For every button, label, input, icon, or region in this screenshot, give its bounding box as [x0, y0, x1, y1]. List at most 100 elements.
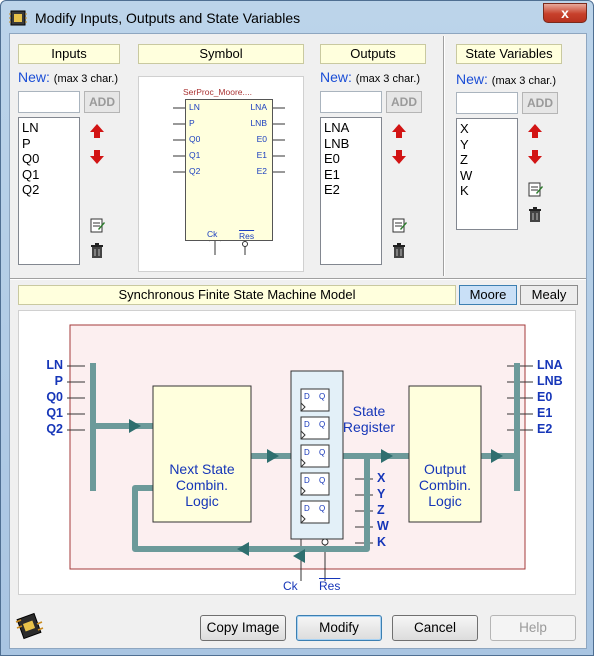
state-register-label: State Register: [342, 403, 396, 435]
help-button[interactable]: Help: [490, 615, 576, 641]
inputs-new-label: New: (max 3 char.): [18, 69, 118, 85]
window-title: Modify Inputs, Outputs and State Variabl…: [35, 10, 301, 26]
state-vars-new-input[interactable]: [456, 92, 518, 114]
list-item[interactable]: W: [460, 168, 514, 184]
diagram-signal-label: Q2: [46, 422, 63, 436]
symbol-pin: E0: [256, 134, 267, 144]
diagram-signal-label: Y: [377, 487, 386, 501]
move-up-icon[interactable]: [526, 122, 544, 140]
symbol-pin: E1: [256, 150, 267, 160]
state-vars-header: State Variables: [456, 44, 562, 64]
horizontal-separator: [10, 278, 586, 280]
list-item[interactable]: X: [460, 121, 514, 137]
state-vars-new-label: New: (max 3 char.): [456, 71, 556, 87]
list-item[interactable]: Y: [460, 137, 514, 153]
flip-flop-d-label: D: [304, 392, 310, 401]
delete-icon[interactable]: [390, 242, 408, 260]
dialog-client-area: Inputs New: (max 3 char.) ADD LN P Q0 Q1 Q2 …: [9, 33, 587, 649]
list-item[interactable]: K: [460, 183, 514, 199]
diagram-signal-label: Z: [377, 503, 385, 517]
model-header: Synchronous Finite State Machine Model: [18, 285, 456, 305]
flip-flop-d-label: D: [304, 476, 310, 485]
list-item[interactable]: LNB: [324, 136, 378, 152]
list-item[interactable]: Z: [460, 152, 514, 168]
fsm-diagram: DQDQDQDQDQ LN P Q0 Q1 Q2 LNA LNB E0 E1 E2 XYZWK …: [18, 310, 576, 595]
vertical-separator: [443, 36, 445, 276]
symbol-pin: Q2: [189, 166, 201, 176]
mealy-toggle[interactable]: Mealy: [520, 285, 578, 305]
fsm-diagram-graphic: D QD QD QD QD Q: [67, 324, 533, 581]
cancel-button[interactable]: Cancel: [392, 615, 478, 641]
move-down-icon[interactable]: [526, 148, 544, 166]
flip-flop-d-label: D: [304, 448, 310, 457]
move-up-icon[interactable]: [88, 122, 106, 140]
title-bar[interactable]: Modify Inputs, Outputs and State Variabl…: [1, 1, 593, 35]
list-item[interactable]: E1: [324, 167, 378, 183]
diagram-signal-label: W: [377, 519, 389, 533]
symbol-clock-pin: Ck: [207, 229, 218, 239]
list-item[interactable]: LNA: [324, 120, 378, 136]
output-logic-label: Output Combin. Logic: [418, 461, 472, 509]
outputs-add-button[interactable]: ADD: [386, 91, 422, 113]
flip-flop-q-label: Q: [319, 504, 325, 513]
diagram-signal-label: E0: [537, 390, 553, 404]
rename-icon[interactable]: [526, 180, 544, 198]
rename-icon[interactable]: [88, 216, 106, 234]
flip-flop-d-label: D: [304, 504, 310, 513]
list-item[interactable]: P: [22, 136, 76, 152]
dialog-window: Modify Inputs, Outputs and State Variabl…: [0, 0, 594, 656]
flip-flop-q-label: Q: [319, 448, 325, 457]
diagram-signal-label: Q0: [46, 390, 63, 404]
modify-button[interactable]: Modify: [296, 615, 382, 641]
copy-image-button[interactable]: Copy Image: [200, 615, 286, 641]
diagram-reset-label: Res: [319, 579, 341, 593]
list-item[interactable]: LN: [22, 120, 76, 136]
diagram-signal-label: LN: [46, 358, 63, 372]
flip-flop-d-label: D: [304, 420, 310, 429]
outputs-header: Outputs: [320, 44, 426, 64]
symbol-header: Symbol: [138, 44, 304, 64]
list-item[interactable]: Q1: [22, 167, 76, 183]
symbol-pin: LNB: [250, 118, 267, 128]
outputs-list[interactable]: LNA LNB E0 E1 E2: [320, 117, 382, 265]
delete-icon[interactable]: [526, 206, 544, 224]
diagram-signal-label: X: [377, 471, 386, 485]
delete-icon[interactable]: [88, 242, 106, 260]
diagram-signal-label: E2: [537, 422, 553, 436]
inputs-new-input[interactable]: [18, 91, 80, 113]
move-down-icon[interactable]: [88, 148, 106, 166]
diagram-signal-label: P: [54, 374, 63, 388]
symbol-pin: LN: [189, 102, 200, 112]
list-item[interactable]: Q0: [22, 151, 76, 167]
inputs-list[interactable]: LN P Q0 Q1 Q2: [18, 117, 80, 265]
diagram-signal-label: LNB: [537, 374, 563, 388]
symbol-pin: P: [189, 118, 195, 128]
diagram-signal-label: K: [377, 535, 387, 549]
symbol-reset-pin: Res: [239, 231, 255, 241]
list-item[interactable]: E2: [324, 182, 378, 198]
flip-flop-q-label: Q: [319, 420, 325, 429]
flip-flop-q-label: Q: [319, 476, 325, 485]
rename-icon[interactable]: [390, 216, 408, 234]
symbol-pin: Q1: [189, 150, 201, 160]
symbol-pin: Q0: [189, 134, 201, 144]
close-icon: x: [561, 5, 569, 21]
flip-flop-q-label: Q: [319, 392, 325, 401]
next-state-logic-label: Next State Combin. Logic: [169, 461, 235, 509]
moore-toggle[interactable]: Moore: [459, 285, 517, 305]
inputs-header: Inputs: [18, 44, 120, 64]
move-down-icon[interactable]: [390, 148, 408, 166]
close-button[interactable]: x: [543, 3, 587, 23]
symbol-pin: E2: [256, 166, 267, 176]
outputs-new-input[interactable]: [320, 91, 382, 113]
list-item[interactable]: E0: [324, 151, 378, 167]
state-vars-list[interactable]: XYZWK: [456, 118, 518, 230]
inputs-add-button[interactable]: ADD: [84, 91, 120, 113]
diagram-signal-label: E1: [537, 406, 553, 420]
list-item[interactable]: Q2: [22, 182, 76, 198]
diagram-clock-label: Ck: [283, 579, 298, 593]
state-vars-add-button[interactable]: ADD: [522, 92, 558, 114]
move-up-icon[interactable]: [390, 122, 408, 140]
app-chip-icon: [9, 10, 27, 26]
outputs-new-label: New: (max 3 char.): [320, 69, 420, 85]
